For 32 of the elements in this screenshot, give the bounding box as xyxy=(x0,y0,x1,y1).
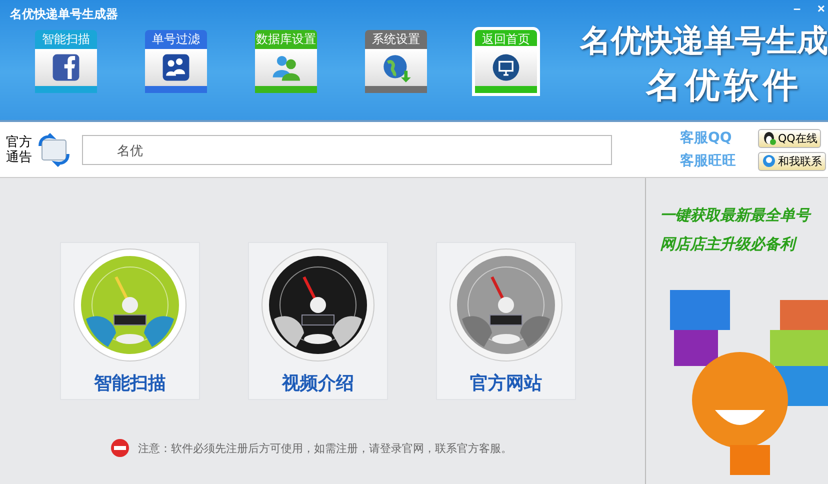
minimize-button[interactable]: － xyxy=(787,0,806,18)
toolbar-button[interactable]: 数据库设置 xyxy=(232,30,340,93)
letter-f-icon xyxy=(35,49,97,93)
close-button[interactable]: × xyxy=(814,0,828,18)
notice-field[interactable]: 名优 xyxy=(82,134,612,164)
gauge-tile[interactable]: 智能扫描 xyxy=(60,242,200,400)
service-label: 客服旺旺 xyxy=(680,152,737,170)
gauge-icon xyxy=(72,247,188,363)
monitor-icon xyxy=(475,49,537,93)
ad-slogan: 网店店主升级必备利 xyxy=(660,235,795,254)
users-icon xyxy=(255,49,317,93)
gauge-tile[interactable]: 官方网站 xyxy=(436,242,576,400)
toolbar-button[interactable]: 智能扫描 xyxy=(12,30,120,93)
contact-button[interactable]: 和我联系 xyxy=(758,152,826,170)
envelope-icon xyxy=(36,132,72,168)
gauge-tile[interactable]: 视频介绍 xyxy=(248,242,388,400)
service-label: 客服QQ xyxy=(680,129,733,147)
notice-text: 注意：软件必须先注册后方可使用，如需注册，请登录官网，联系官方客服。 xyxy=(138,440,512,456)
ad-slogan: 一键获取最新最全单号 xyxy=(660,206,810,225)
toolbar-button[interactable]: 系统设置 xyxy=(342,30,450,93)
window-title: 名优快递单号生成器 xyxy=(10,6,119,23)
globe-icon xyxy=(365,49,427,93)
contact-button[interactable]: QQ在线 xyxy=(758,128,822,148)
banner-title: 名优快递单号生成 xyxy=(580,22,828,61)
people-icon xyxy=(145,49,207,93)
banner-subtitle: 名优软件 xyxy=(646,65,802,108)
toolbar-button[interactable]: 单号过滤 xyxy=(122,30,230,93)
gauge-icon xyxy=(260,247,376,363)
stop-icon xyxy=(110,438,130,458)
gauge-icon xyxy=(448,247,564,363)
notice-label: 官方 通告 xyxy=(6,134,32,164)
penguin-icon xyxy=(762,131,776,145)
